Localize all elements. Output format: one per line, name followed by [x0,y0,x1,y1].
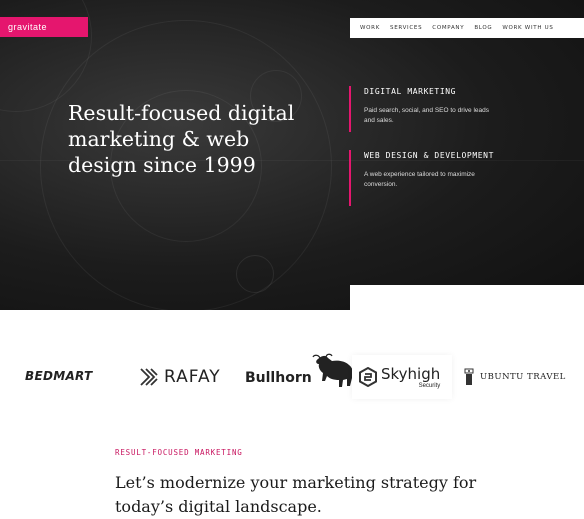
bull-icon [312,353,353,387]
hero-section: Result-focused digital marketing & web d… [0,0,584,310]
decorative-panel [350,285,584,310]
nav-item-work[interactable]: WORK [360,25,380,31]
section-eyebrow: RESULT-FOCUSED MARKETING [115,448,243,457]
section-title: Let’s modernize your marketing strategy … [115,473,477,516]
ubuntu-wordmark: UBUNTU TRAVEL [480,372,566,382]
decorative-ring [236,255,274,293]
rafay-logo: RAFAY [140,367,221,387]
service-web-design[interactable]: WEB DESIGN & DEVELOPMENT A web experienc… [349,150,529,206]
bedmart-wordmark: BEDMART [25,369,93,383]
services-list: DIGITAL MARKETING Paid search, social, a… [349,86,529,224]
nav-item-services[interactable]: SERVICES [390,25,422,31]
ubuntu-emblem-icon [464,368,474,385]
client-logos: BEDMART RAFAY Bullhorn Skyhigh Security … [0,345,584,405]
gravitate-logo[interactable]: gravitate [0,17,88,37]
bullhorn-logo: Bullhorn [245,353,356,389]
skyhigh-wordmark: Skyhigh [381,364,441,383]
skyhigh-hexagon-icon [359,367,377,387]
rafay-mark-icon [140,368,158,386]
service-description: A web experience tailored to maximize co… [364,171,475,188]
ubuntu-travel-logo: UBUNTU TRAVEL [463,367,566,387]
skyhigh-logo: Skyhigh Security [352,355,452,399]
bedmart-logo: BEDMART [25,369,93,383]
rafay-wordmark: RAFAY [164,367,221,387]
skyhigh-subtitle: Security [418,382,441,389]
service-digital-marketing[interactable]: DIGITAL MARKETING Paid search, social, a… [349,86,529,132]
hero-headline: Result-focused digital marketing & web d… [68,101,295,177]
service-title: DIGITAL MARKETING [364,87,457,96]
nav-item-work-with-us[interactable]: WORK WITH US [502,25,553,31]
nav-item-company[interactable]: COMPANY [432,25,464,31]
service-description: Paid search, social, and SEO to drive le… [364,107,490,124]
bullhorn-wordmark: Bullhorn [245,370,312,386]
service-title: WEB DESIGN & DEVELOPMENT [364,151,494,160]
main-nav: WORK SERVICES COMPANY BLOG WORK WITH US [350,18,584,38]
nav-item-blog[interactable]: BLOG [474,25,492,31]
